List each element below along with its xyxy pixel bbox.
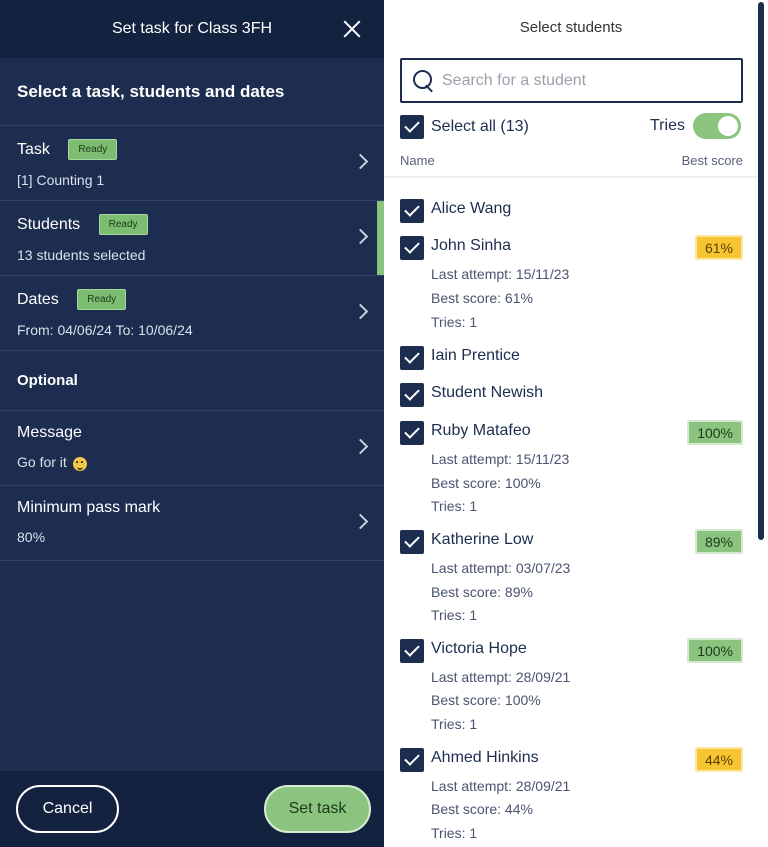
student-checkbox[interactable] — [400, 421, 424, 445]
message-row[interactable]: Message Go for it — [0, 411, 384, 486]
students-label: Students — [17, 215, 81, 233]
best-score: Best score: 100% — [431, 692, 541, 708]
message-value-wrap: Go for it — [17, 454, 367, 471]
chevron-right-icon — [352, 513, 369, 530]
tries-count: Tries: 1 — [431, 825, 478, 841]
search-input[interactable] — [442, 71, 732, 90]
select-all[interactable]: Select all (13) — [400, 115, 529, 139]
tries-count: Tries: 1 — [431, 607, 478, 623]
grinning-face-icon — [72, 456, 87, 471]
pass-mark-row[interactable]: Minimum pass mark 80% — [0, 486, 384, 561]
section-title: Select a task, students and dates — [0, 58, 384, 126]
dates-value: From: 04/06/24 To: 10/06/24 — [17, 322, 193, 338]
divider — [384, 176, 758, 178]
task-label: Task — [17, 140, 50, 158]
panel-header: Set task for Class 3FH — [0, 0, 384, 58]
score-badge: 100% — [687, 420, 743, 445]
student-checkbox[interactable] — [400, 199, 424, 223]
student-checkbox[interactable] — [400, 383, 424, 407]
student-checkbox[interactable] — [400, 748, 424, 772]
select-all-checkbox[interactable] — [400, 115, 424, 139]
last-attempt: Last attempt: 28/09/21 — [431, 669, 571, 685]
message-value: Go for it — [17, 454, 67, 471]
student-name: Katherine Low — [431, 531, 534, 548]
students-row[interactable]: Students Ready 13 students selected — [0, 201, 384, 276]
chevron-right-icon — [352, 303, 369, 320]
name-column-header: Name — [400, 153, 435, 168]
pass-mark-label: Minimum pass mark — [17, 499, 161, 516]
optional-title: Optional — [0, 351, 384, 411]
student-name: Victoria Hope — [431, 640, 527, 657]
tries-count: Tries: 1 — [431, 314, 478, 330]
close-icon[interactable] — [342, 19, 362, 39]
student-checkbox[interactable] — [400, 346, 424, 370]
students-value: 13 students selected — [17, 247, 146, 263]
set-task-panel: Set task for Class 3FH Select a task, st… — [0, 0, 384, 847]
select-students-title: Select students — [519, 19, 623, 36]
dates-row[interactable]: Dates Ready From: 04/06/24 To: 10/06/24 — [0, 276, 384, 351]
set-task-button[interactable]: Set task — [264, 785, 371, 833]
search-box — [400, 58, 743, 103]
ready-badge: Ready — [77, 289, 127, 310]
message-label: Message — [17, 424, 82, 441]
best-score-column-header: Best score — [681, 153, 743, 168]
cancel-button[interactable]: Cancel — [16, 785, 119, 833]
pass-mark-value: 80% — [17, 529, 46, 546]
ready-badge: Ready — [98, 214, 148, 235]
student-checkbox[interactable] — [400, 530, 424, 554]
last-attempt: Last attempt: 28/09/21 — [431, 778, 571, 794]
best-score: Best score: 100% — [431, 475, 541, 491]
panel-footer: Cancel Set task — [0, 771, 384, 847]
chevron-right-icon — [352, 438, 369, 455]
student-checkbox[interactable] — [400, 236, 424, 260]
student-name: Iain Prentice — [431, 347, 520, 364]
student-name: Ahmed Hinkins — [431, 749, 539, 766]
tries-toggle-wrap: Tries — [650, 113, 741, 139]
select-all-label: Select all (13) — [431, 118, 529, 135]
score-badge: 100% — [687, 638, 743, 663]
last-attempt: Last attempt: 15/11/23 — [431, 451, 570, 467]
panel-title: Set task for Class 3FH — [111, 20, 273, 37]
tries-count: Tries: 1 — [431, 716, 478, 732]
score-badge: 89% — [694, 529, 743, 554]
select-students-panel: Select students Select all (13) Tries Na… — [384, 0, 768, 847]
score-badge: 61% — [694, 235, 743, 260]
best-score: Best score: 89% — [431, 584, 533, 600]
tries-count: Tries: 1 — [431, 498, 478, 514]
last-attempt: Last attempt: 15/11/23 — [431, 266, 570, 282]
chevron-right-icon — [352, 228, 369, 245]
tries-toggle[interactable] — [692, 113, 741, 139]
best-score: Best score: 44% — [431, 801, 533, 817]
task-row[interactable]: Task Ready [1] Counting 1 — [0, 126, 384, 201]
ready-badge: Ready — [68, 139, 118, 160]
student-name: Student Newish — [431, 384, 544, 401]
student-name: Alice Wang — [431, 200, 512, 217]
dates-label: Dates — [17, 290, 59, 308]
last-attempt: Last attempt: 03/07/23 — [431, 560, 571, 576]
student-name: John Sinha — [431, 237, 512, 254]
search-icon — [412, 69, 436, 93]
chevron-right-icon — [352, 153, 369, 170]
best-score: Best score: 61% — [431, 290, 533, 306]
scrollbar[interactable] — [758, 2, 764, 540]
student-name: Ruby Matafeo — [431, 422, 531, 439]
task-value: [1] Counting 1 — [17, 172, 105, 188]
tries-label: Tries — [650, 117, 685, 134]
student-checkbox[interactable] — [400, 639, 424, 663]
score-badge: 44% — [694, 747, 743, 772]
